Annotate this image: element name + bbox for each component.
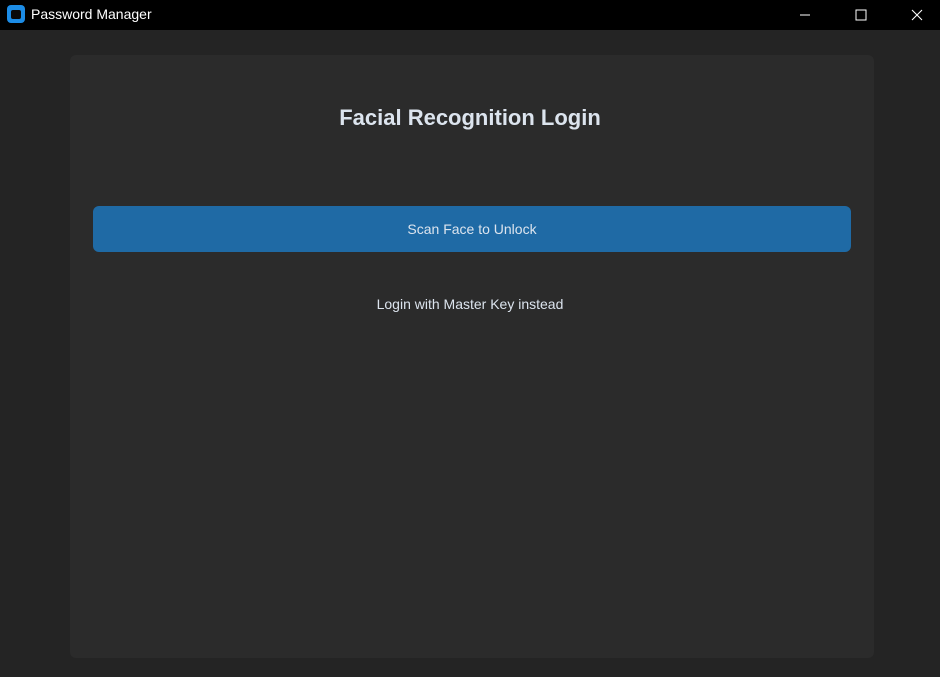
close-button[interactable] [894,0,940,30]
maximize-icon [855,9,867,21]
close-icon [911,9,923,21]
app-icon [7,5,25,23]
minimize-button[interactable] [782,0,828,30]
page-title: Facial Recognition Login [339,105,601,130]
app-window: Password Manager Facial Recognition Logi… [0,0,940,677]
window-title: Password Manager [31,6,152,22]
minimize-icon [800,14,810,16]
scan-face-button[interactable]: Scan Face to Unlock [93,206,851,252]
master-key-login-link[interactable]: Login with Master Key instead [0,294,940,314]
maximize-button[interactable] [838,0,884,30]
title-bar[interactable]: Password Manager [0,0,940,30]
login-card [70,55,874,658]
